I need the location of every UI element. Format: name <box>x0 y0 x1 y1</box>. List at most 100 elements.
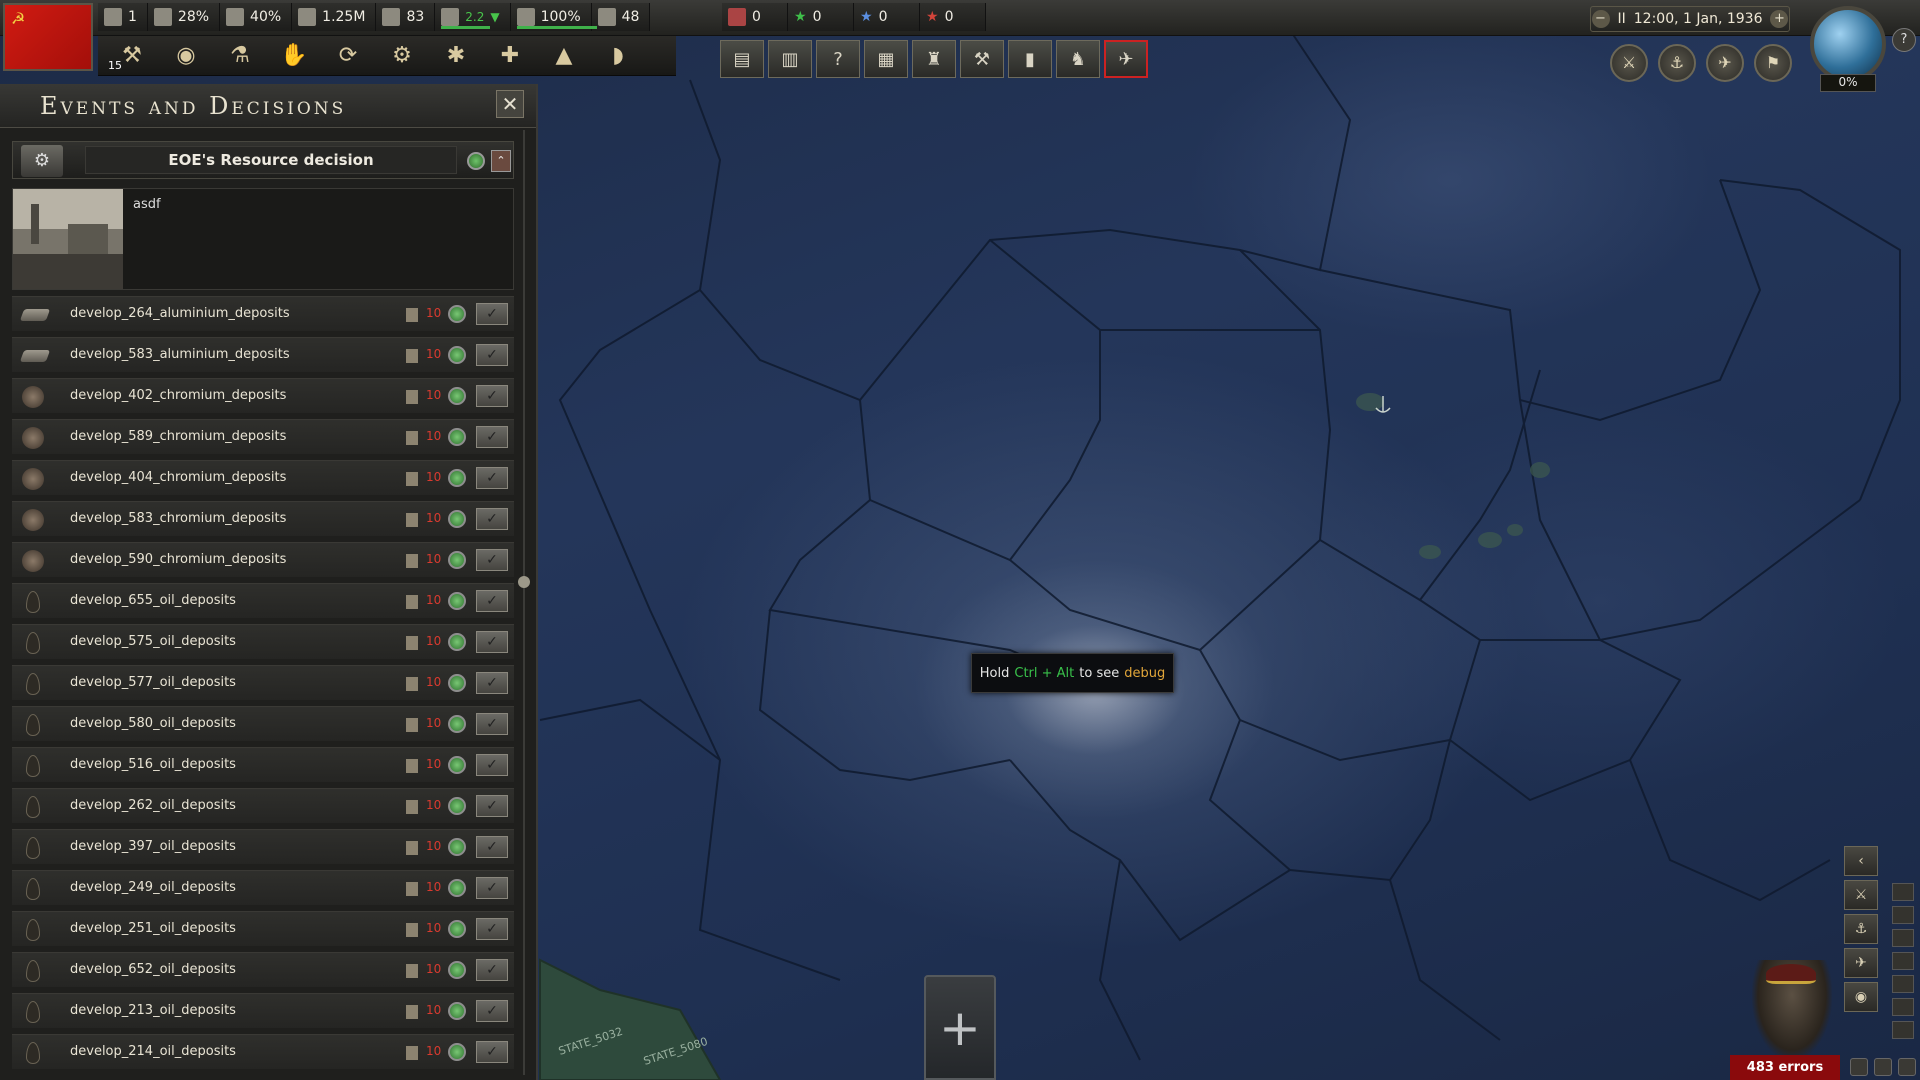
speed-up-button[interactable]: + <box>1770 10 1789 28</box>
alert-division[interactable]: ♞ <box>1056 40 1100 78</box>
help-icon[interactable]: ? <box>1892 28 1916 52</box>
decision-row[interactable]: develop_264_aluminium_deposits 10 ✓ <box>12 296 514 331</box>
search-icon[interactable] <box>1892 883 1914 901</box>
alert-research[interactable]: ▥ <box>768 40 812 78</box>
take-decision-button[interactable]: ✓ <box>476 467 508 489</box>
leader-portrait[interactable] <box>1752 960 1832 1060</box>
take-decision-button[interactable]: ✓ <box>476 385 508 407</box>
take-decision-button[interactable]: ✓ <box>476 631 508 653</box>
flag-small-icon[interactable] <box>1898 1058 1916 1076</box>
take-decision-button[interactable]: ✓ <box>476 426 508 448</box>
ship-icon[interactable] <box>1892 975 1914 993</box>
scrollbar[interactable] <box>518 130 530 1075</box>
alert-trade[interactable]: ▮ <box>1008 40 1052 78</box>
close-button[interactable]: ✕ <box>496 90 524 118</box>
error-counter[interactable]: 483 errors <box>1730 1055 1840 1080</box>
decision-row[interactable]: develop_249_oil_deposits 10 ✓ <box>12 870 514 905</box>
decision-row[interactable]: develop_251_oil_deposits 10 ✓ <box>12 911 514 946</box>
decision-row[interactable]: develop_652_oil_deposits 10 ✓ <box>12 952 514 987</box>
army-list-icon[interactable]: ⚔ <box>1844 880 1878 910</box>
stability[interactable]: 28% <box>147 3 221 31</box>
political-power[interactable]: 1 <box>98 3 148 31</box>
take-decision-button[interactable]: ✓ <box>476 672 508 694</box>
air-icon[interactable]: ✈ <box>1706 44 1744 82</box>
construction-button[interactable]: ⚙ <box>378 40 426 72</box>
recruit-button[interactable]: ✚ <box>486 40 534 72</box>
decision-row[interactable]: develop_397_oil_deposits 10 ✓ <box>12 829 514 864</box>
game-clock[interactable]: − II 12:00, 1 Jan, 1936 + <box>1590 6 1790 32</box>
trade-button[interactable]: ⟳ <box>324 40 372 72</box>
blue-star-indicator[interactable]: ★ 0 <box>854 3 920 31</box>
take-decision-button[interactable]: ✓ <box>476 959 508 981</box>
take-decision-button[interactable]: ✓ <box>476 877 508 899</box>
diplomacy-button[interactable]: ✋ <box>270 40 318 72</box>
decision-row[interactable]: develop_262_oil_deposits 10 ✓ <box>12 788 514 823</box>
government-button[interactable]: 15 ⚒ <box>108 40 156 72</box>
decision-row[interactable]: develop_575_oil_deposits 10 ✓ <box>12 624 514 659</box>
convoys[interactable]: 48 <box>591 3 651 31</box>
red-star-indicator[interactable]: ★ 0 <box>920 3 986 31</box>
decision-row[interactable]: develop_404_chromium_deposits 10 ✓ <box>12 460 514 495</box>
production-button[interactable]: ✱ <box>432 40 480 72</box>
research-button[interactable]: ⚗ <box>216 40 264 72</box>
decision-row[interactable]: develop_577_oil_deposits 10 ✓ <box>12 665 514 700</box>
plane-icon[interactable] <box>1892 998 1914 1016</box>
eye-small-icon[interactable] <box>1874 1058 1892 1076</box>
back-icon[interactable]: ‹ <box>1844 846 1878 876</box>
alert-political[interactable]: ▤ <box>720 40 764 78</box>
take-decision-button[interactable]: ✓ <box>476 754 508 776</box>
collapse-button[interactable]: ⌃ <box>491 150 511 172</box>
scroll-thumb[interactable] <box>518 576 530 588</box>
war-support[interactable]: 40% <box>220 3 293 31</box>
take-decision-button[interactable]: ✓ <box>476 303 508 325</box>
building-icon[interactable] <box>1892 929 1914 947</box>
decision-row[interactable]: develop_402_chromium_deposits 10 ✓ <box>12 378 514 413</box>
speed-down-button[interactable]: − <box>1591 10 1610 28</box>
decision-category[interactable]: ⚙ EOE's Resource decision ⌃ <box>12 141 514 179</box>
country-flag[interactable]: ☭ <box>3 3 93 71</box>
add-army-button[interactable]: + <box>924 975 996 1080</box>
take-decision-button[interactable]: ✓ <box>476 590 508 612</box>
logistics-button[interactable]: ▲ <box>540 40 588 72</box>
decision-row[interactable]: develop_655_oil_deposits 10 ✓ <box>12 583 514 618</box>
take-decision-button[interactable]: ✓ <box>476 836 508 858</box>
decision-row[interactable]: develop_213_oil_deposits 10 ✓ <box>12 993 514 1028</box>
air-list-icon[interactable]: ✈ <box>1844 948 1878 978</box>
decision-row[interactable]: develop_583_aluminium_deposits 10 ✓ <box>12 337 514 372</box>
pause-icon[interactable]: II <box>1618 11 1626 27</box>
take-decision-button[interactable]: ✓ <box>476 1041 508 1063</box>
decision-row[interactable]: develop_516_oil_deposits 10 ✓ <box>12 747 514 782</box>
take-decision-button[interactable]: ✓ <box>476 508 508 530</box>
navy-list-icon[interactable]: ⚓ <box>1844 914 1878 944</box>
alert-production[interactable]: ▦ <box>864 40 908 78</box>
decision-row[interactable]: develop_590_chromium_deposits 10 ✓ <box>12 542 514 577</box>
supply-map-icon[interactable]: ⚑ <box>1754 44 1792 82</box>
navy-icon[interactable]: ⚓ <box>1658 44 1696 82</box>
fuel[interactable]: 2.2 ▼ <box>435 3 511 31</box>
decision-row[interactable]: develop_589_chromium_deposits 10 ✓ <box>12 419 514 454</box>
decision-row[interactable]: develop_583_chromium_deposits 10 ✓ <box>12 501 514 536</box>
alert-unknown[interactable]: ? <box>816 40 860 78</box>
supply[interactable]: 100% <box>510 3 597 31</box>
military-icon[interactable]: ⚔ <box>1610 44 1648 82</box>
decision-row[interactable]: develop_580_oil_deposits 10 ✓ <box>12 706 514 741</box>
spy-indicator[interactable]: 0 <box>722 3 788 31</box>
globe-icon[interactable] <box>1810 6 1886 82</box>
alert-map[interactable]: ✈ <box>1104 40 1148 78</box>
decision-row[interactable]: develop_214_oil_deposits 10 ✓ <box>12 1034 514 1069</box>
star-icon[interactable] <box>1892 1021 1914 1039</box>
alert-army[interactable]: ♜ <box>912 40 956 78</box>
take-decision-button[interactable]: ✓ <box>476 713 508 735</box>
unit-icon[interactable] <box>1892 952 1914 970</box>
take-decision-button[interactable]: ✓ <box>476 344 508 366</box>
green-star-indicator[interactable]: ★ 0 <box>788 3 854 31</box>
alert-construction[interactable]: ⚒ <box>960 40 1004 78</box>
decisions-button[interactable]: ◗ <box>594 40 642 72</box>
take-decision-button[interactable]: ✓ <box>476 549 508 571</box>
person-icon[interactable] <box>1850 1058 1868 1076</box>
take-decision-button[interactable]: ✓ <box>476 918 508 940</box>
intelligence-button[interactable]: ◉ <box>162 40 210 72</box>
take-decision-button[interactable]: ✓ <box>476 1000 508 1022</box>
take-decision-button[interactable]: ✓ <box>476 795 508 817</box>
manpower[interactable]: 1.25M <box>292 3 377 31</box>
